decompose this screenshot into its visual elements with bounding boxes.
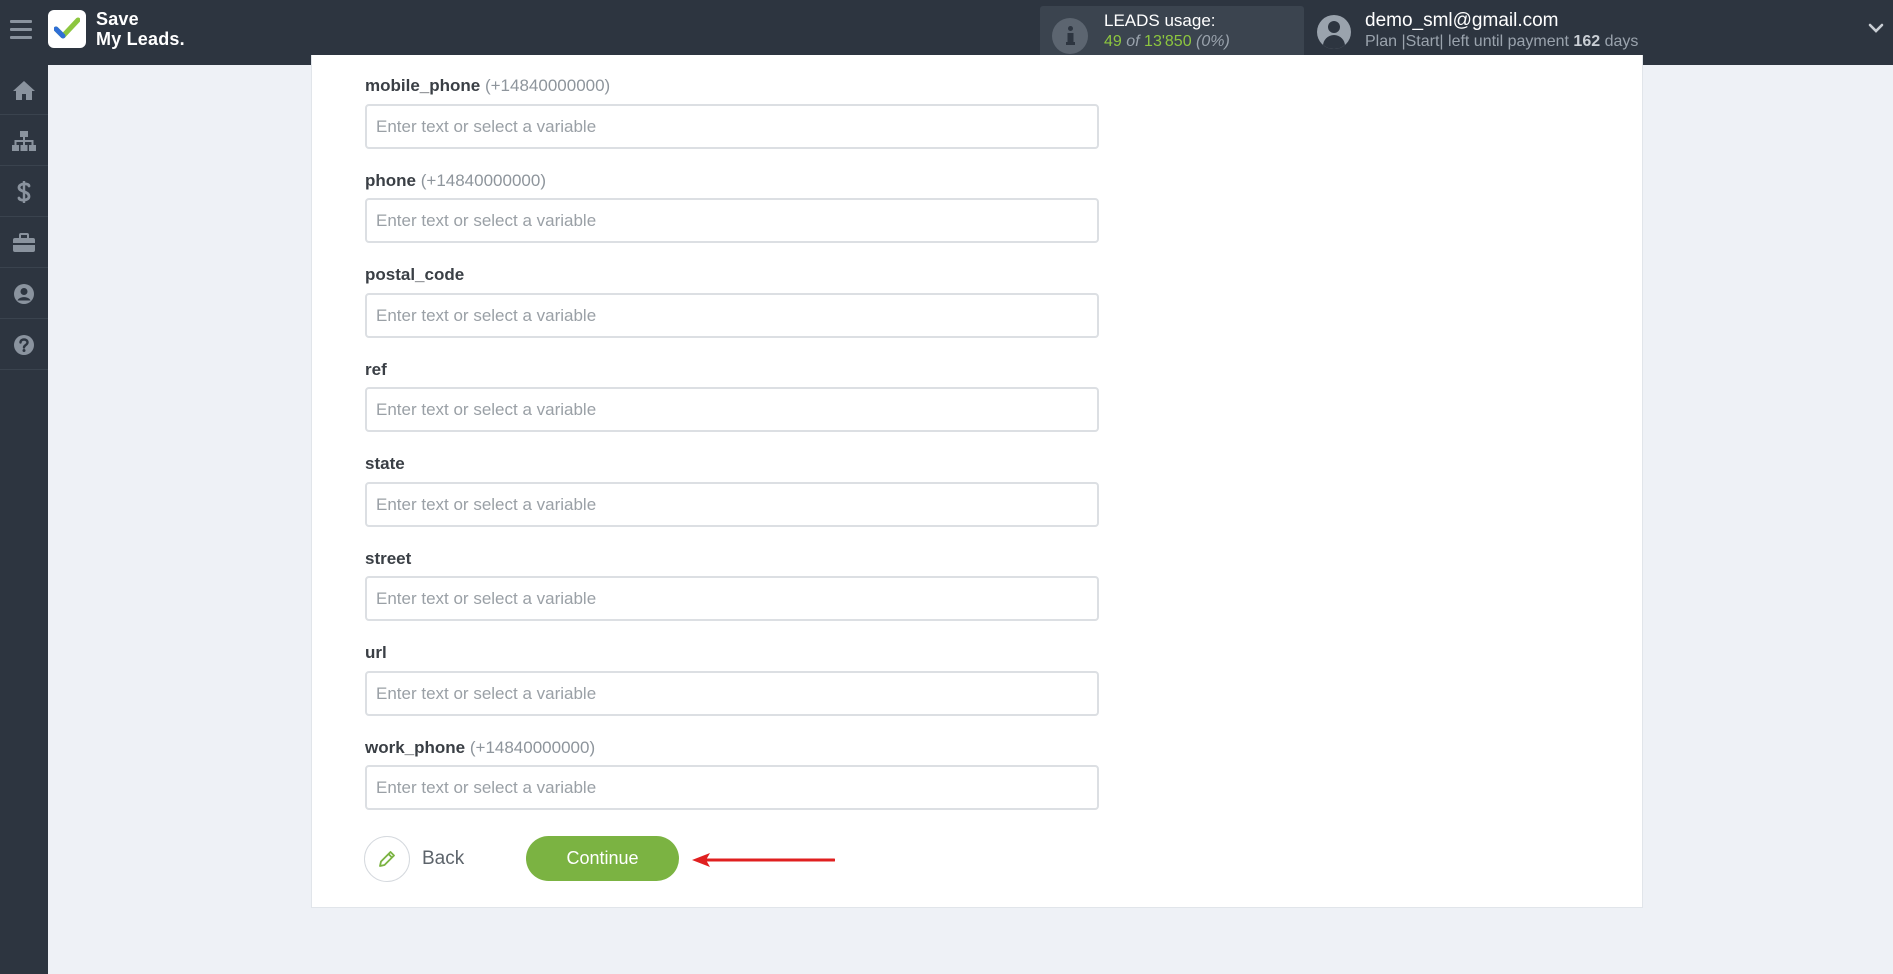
field-label-ref: ref — [365, 360, 387, 379]
field-label-url: url — [365, 643, 387, 662]
briefcase-icon — [13, 232, 35, 252]
back-button[interactable]: Back — [364, 836, 479, 882]
sidebar — [0, 65, 48, 974]
help-icon — [14, 334, 34, 355]
usage-title: LEADS usage: — [1104, 11, 1216, 30]
ref-input[interactable] — [365, 387, 1099, 432]
account-plan: Plan |Start| left until payment 162 days — [1365, 33, 1639, 50]
sidebar-item-help[interactable] — [0, 320, 48, 370]
usage-count: 49 of 13'850 (0%) — [1104, 33, 1230, 50]
dollar-icon — [17, 180, 31, 203]
postal-code-input[interactable] — [365, 293, 1099, 338]
red-arrow-annotation — [692, 853, 835, 867]
back-label: Back — [422, 848, 465, 869]
field-label-mobile-phone: mobile_phone (+14840000000) — [365, 76, 611, 95]
checkmark-icon — [54, 17, 80, 39]
info-icon — [1052, 18, 1088, 54]
work-phone-input[interactable] — [365, 765, 1099, 810]
field-label-phone: phone (+14840000000) — [365, 171, 546, 190]
phone-input[interactable] — [365, 198, 1099, 243]
account-icon[interactable] — [1317, 15, 1351, 49]
pencil-icon — [364, 836, 410, 882]
url-input[interactable] — [365, 671, 1099, 716]
street-input[interactable] — [365, 576, 1099, 621]
field-label-work-phone: work_phone (+14840000000) — [365, 738, 596, 757]
continue-button[interactable]: Continue — [526, 836, 679, 881]
chevron-down-icon[interactable] — [1868, 22, 1884, 34]
leads-usage-panel: LEADS usage: 49 of 13'850 (0%) — [1040, 6, 1304, 58]
field-label-street: street — [365, 549, 412, 568]
field-label-postal-code: postal_code — [365, 265, 465, 284]
user-circle-icon — [14, 283, 34, 304]
field-label-state: state — [365, 454, 405, 473]
sidebar-item-connections[interactable] — [0, 116, 48, 166]
sidebar-item-account[interactable] — [0, 269, 48, 319]
logo[interactable] — [48, 10, 86, 48]
logo-text: Save My Leads. — [96, 9, 185, 49]
home-icon — [13, 80, 35, 100]
mobile-phone-input[interactable] — [365, 104, 1099, 149]
sidebar-item-billing[interactable] — [0, 167, 48, 217]
sitemap-icon — [12, 130, 36, 151]
sidebar-item-home[interactable] — [0, 65, 48, 115]
state-input[interactable] — [365, 482, 1099, 527]
sidebar-item-services[interactable] — [0, 218, 48, 268]
account-email[interactable]: demo_sml@gmail.com — [1365, 10, 1559, 32]
menu-icon[interactable] — [10, 20, 32, 40]
